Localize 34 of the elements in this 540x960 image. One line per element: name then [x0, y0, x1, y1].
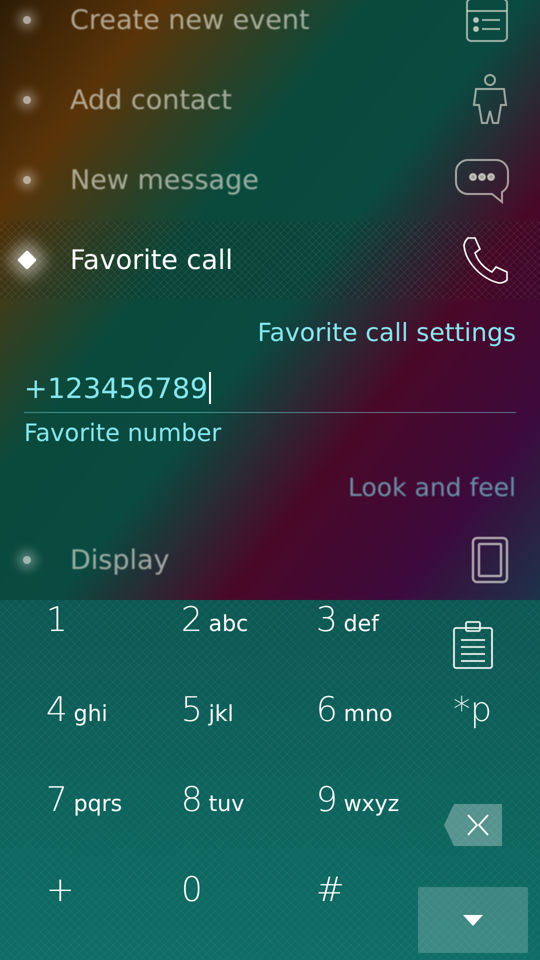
dial-key[interactable]: 2 abc — [135, 600, 270, 690]
dial-key[interactable]: *p — [405, 690, 540, 780]
dial-key[interactable]: + — [0, 870, 135, 960]
menu-item[interactable]: Add contact — [0, 60, 540, 140]
menu-item[interactable]: Display — [0, 520, 540, 600]
field-label: Favorite number — [24, 419, 222, 448]
dial-key[interactable]: 8 tuv — [135, 780, 270, 870]
dial-key[interactable]: 9 wxyz — [270, 780, 405, 870]
dial-key[interactable]: 3 def — [270, 600, 405, 690]
backspace-icon[interactable] — [444, 804, 502, 846]
input-field[interactable]: +123456789 — [24, 364, 516, 414]
menu-item[interactable]: Create new event — [0, 0, 540, 60]
caret-icon — [462, 914, 482, 926]
menu-item[interactable]: Favorite call — [0, 220, 540, 300]
dial-key[interactable]: 6 mno — [270, 690, 405, 780]
device-icon — [470, 535, 510, 586]
dial-key[interactable]: 4 ghi — [0, 690, 135, 780]
glow-dot — [23, 96, 31, 104]
dial-key[interactable]: 5 jkl — [135, 690, 270, 780]
menu-item[interactable]: New message — [0, 140, 540, 220]
glow-dot — [23, 16, 31, 24]
phone-icon — [460, 235, 510, 285]
glow-dot — [23, 176, 31, 184]
list-icon — [464, 0, 510, 43]
glow-dot — [23, 556, 31, 564]
settings-link[interactable]: Favorite call settings — [258, 318, 516, 347]
dial-key[interactable]: 0 — [135, 870, 270, 960]
dial-key[interactable]: 7 pqrs — [0, 780, 135, 870]
dial-key[interactable]: # — [270, 870, 405, 960]
dial-key[interactable]: 1 — [0, 600, 135, 690]
clipboard-icon[interactable] — [452, 620, 494, 670]
chat-bubble-icon — [454, 156, 510, 204]
section-header: Look and feel — [348, 473, 516, 502]
person-icon — [470, 73, 510, 127]
